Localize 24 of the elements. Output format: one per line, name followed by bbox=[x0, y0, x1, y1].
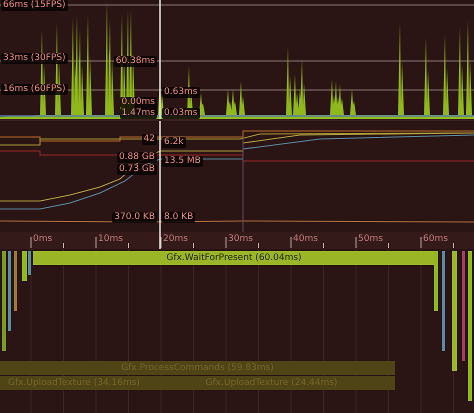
time-tick-label: 60ms bbox=[423, 234, 448, 245]
cursor-value-label: 0.03ms bbox=[162, 108, 200, 119]
threshold-label: 66ms (15FPS) bbox=[1, 0, 68, 11]
time-tick-label: 50ms bbox=[358, 234, 383, 245]
cursor-value-label: 0.00ms bbox=[120, 97, 157, 108]
time-tick-label: 0ms bbox=[33, 234, 52, 245]
cursor-value-label: 8.0 KB bbox=[162, 212, 196, 223]
time-tick-label: 20ms bbox=[163, 234, 188, 245]
cursor-value-label: 1.47ms bbox=[120, 108, 157, 119]
cursor-value-label: 13.5 MB bbox=[162, 156, 203, 167]
cursor-value-label: 370.0 KB bbox=[112, 212, 157, 223]
cursor-value-label: 60.38ms bbox=[114, 56, 157, 67]
time-tick-label: 10ms bbox=[98, 234, 123, 245]
cursor-value-label: 0.88 GB bbox=[116, 152, 157, 163]
cursor-value-label: 6.2k bbox=[162, 137, 186, 148]
cursor-value-label: 0.63ms bbox=[162, 87, 200, 98]
profiler-sample-bar: Gfx.WaitForPresent (60.04ms) bbox=[33, 251, 435, 265]
time-tick-label: 30ms bbox=[228, 234, 253, 245]
cursor-value-label: 0.73 GB bbox=[116, 164, 157, 175]
time-tick-label: 40ms bbox=[293, 234, 318, 245]
threshold-label: 33ms (30FPS) bbox=[1, 53, 68, 64]
cursor-line[interactable] bbox=[159, 121, 161, 232]
threshold-label: 16ms (60FPS) bbox=[1, 84, 68, 95]
cursor-value-label: 42 bbox=[142, 134, 157, 145]
